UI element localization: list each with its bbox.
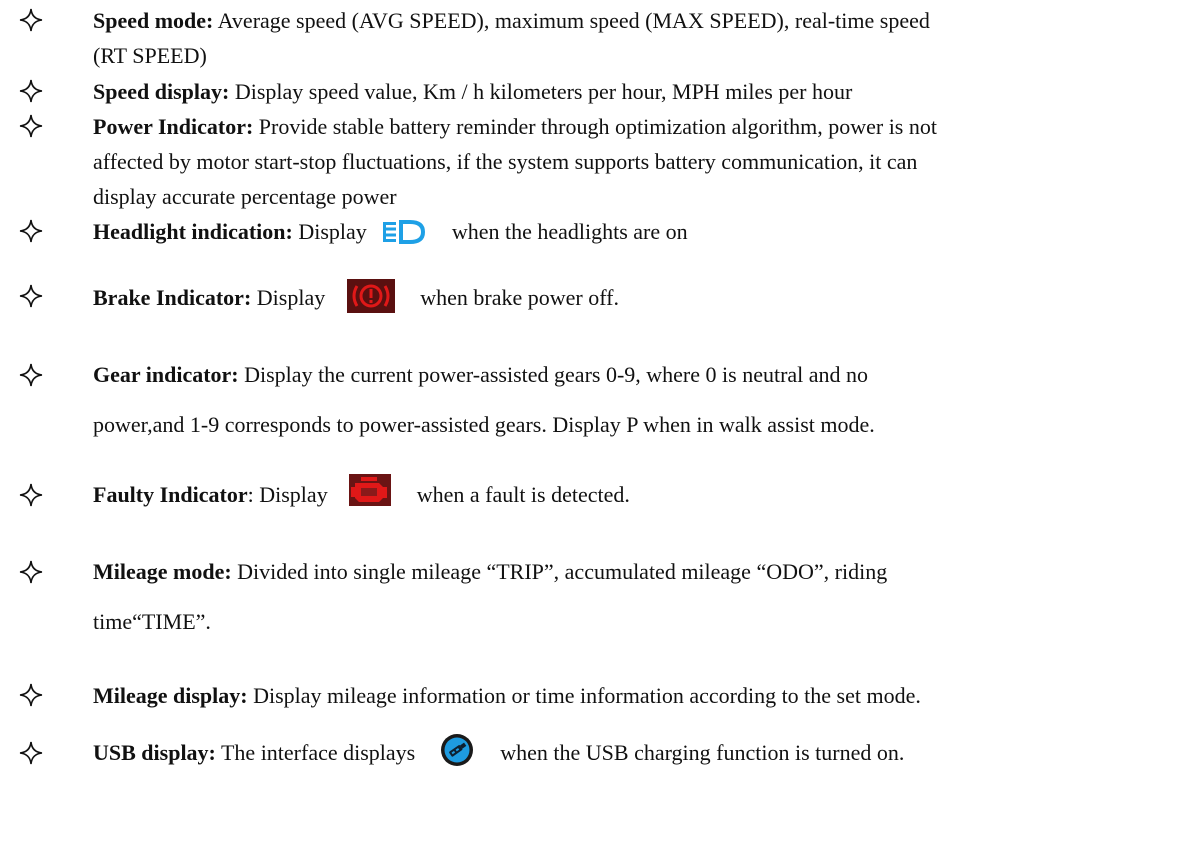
diamond-bullet-icon (19, 114, 43, 138)
brake-warning-icon (346, 279, 395, 313)
item-text-continued: display accurate percentage power (93, 184, 397, 209)
item-label: Speed mode: (93, 8, 214, 33)
item-text: The interface displays (215, 740, 416, 765)
item-text: Provide stable battery reminder through … (253, 114, 937, 139)
item-label: Brake Indicator: (93, 285, 252, 310)
item-text-continued: when the headlights are on (451, 219, 688, 244)
diamond-bullet-icon (19, 560, 43, 584)
item-text: Display (292, 219, 367, 244)
item-text: Display the current power-assisted gears… (238, 362, 869, 387)
item-text-continued: time“TIME”. (93, 609, 211, 634)
item-text-continued: affected by motor start-stop fluctuation… (93, 149, 918, 174)
item-label: Mileage display: (93, 683, 248, 708)
item-label: USB display: (93, 740, 216, 765)
item-label: Mileage mode: (93, 559, 232, 584)
item-label: Headlight indication: (93, 219, 293, 244)
item-text-continued: power,and 1-9 corresponds to power-assis… (93, 412, 875, 437)
item-text-continued: when a fault is detected. (416, 482, 630, 507)
item-text-continued: when the USB charging function is turned… (500, 740, 905, 765)
diamond-bullet-icon (19, 219, 43, 243)
item-label: Faulty Indicator (93, 482, 248, 507)
diamond-bullet-icon (19, 8, 43, 32)
item-label: Gear indicator: (93, 362, 239, 387)
item-text-continued: (RT SPEED) (93, 43, 207, 68)
diamond-bullet-icon (19, 363, 43, 387)
diamond-bullet-icon (19, 741, 43, 765)
diamond-bullet-icon (19, 683, 43, 707)
item-text: Average speed (AVG SPEED), maximum speed… (213, 8, 930, 33)
diamond-bullet-icon (19, 79, 43, 103)
item-text: Divided into single mileage “TRIP”, accu… (231, 559, 888, 584)
headlight-icon (383, 220, 426, 244)
item-text: Display speed value, Km / h kilometers p… (229, 79, 853, 104)
item-text: Display (251, 285, 326, 310)
engine-fault-icon (349, 474, 392, 506)
diamond-bullet-icon (19, 483, 43, 507)
item-label: Speed display: (93, 79, 230, 104)
usb-icon (440, 734, 473, 766)
item-text-continued: Display (253, 482, 328, 507)
item-label: Power Indicator: (93, 114, 254, 139)
item-text-continued: when brake power off. (420, 285, 619, 310)
diamond-bullet-icon (19, 284, 43, 308)
item-text: Display mileage information or time info… (247, 683, 921, 708)
